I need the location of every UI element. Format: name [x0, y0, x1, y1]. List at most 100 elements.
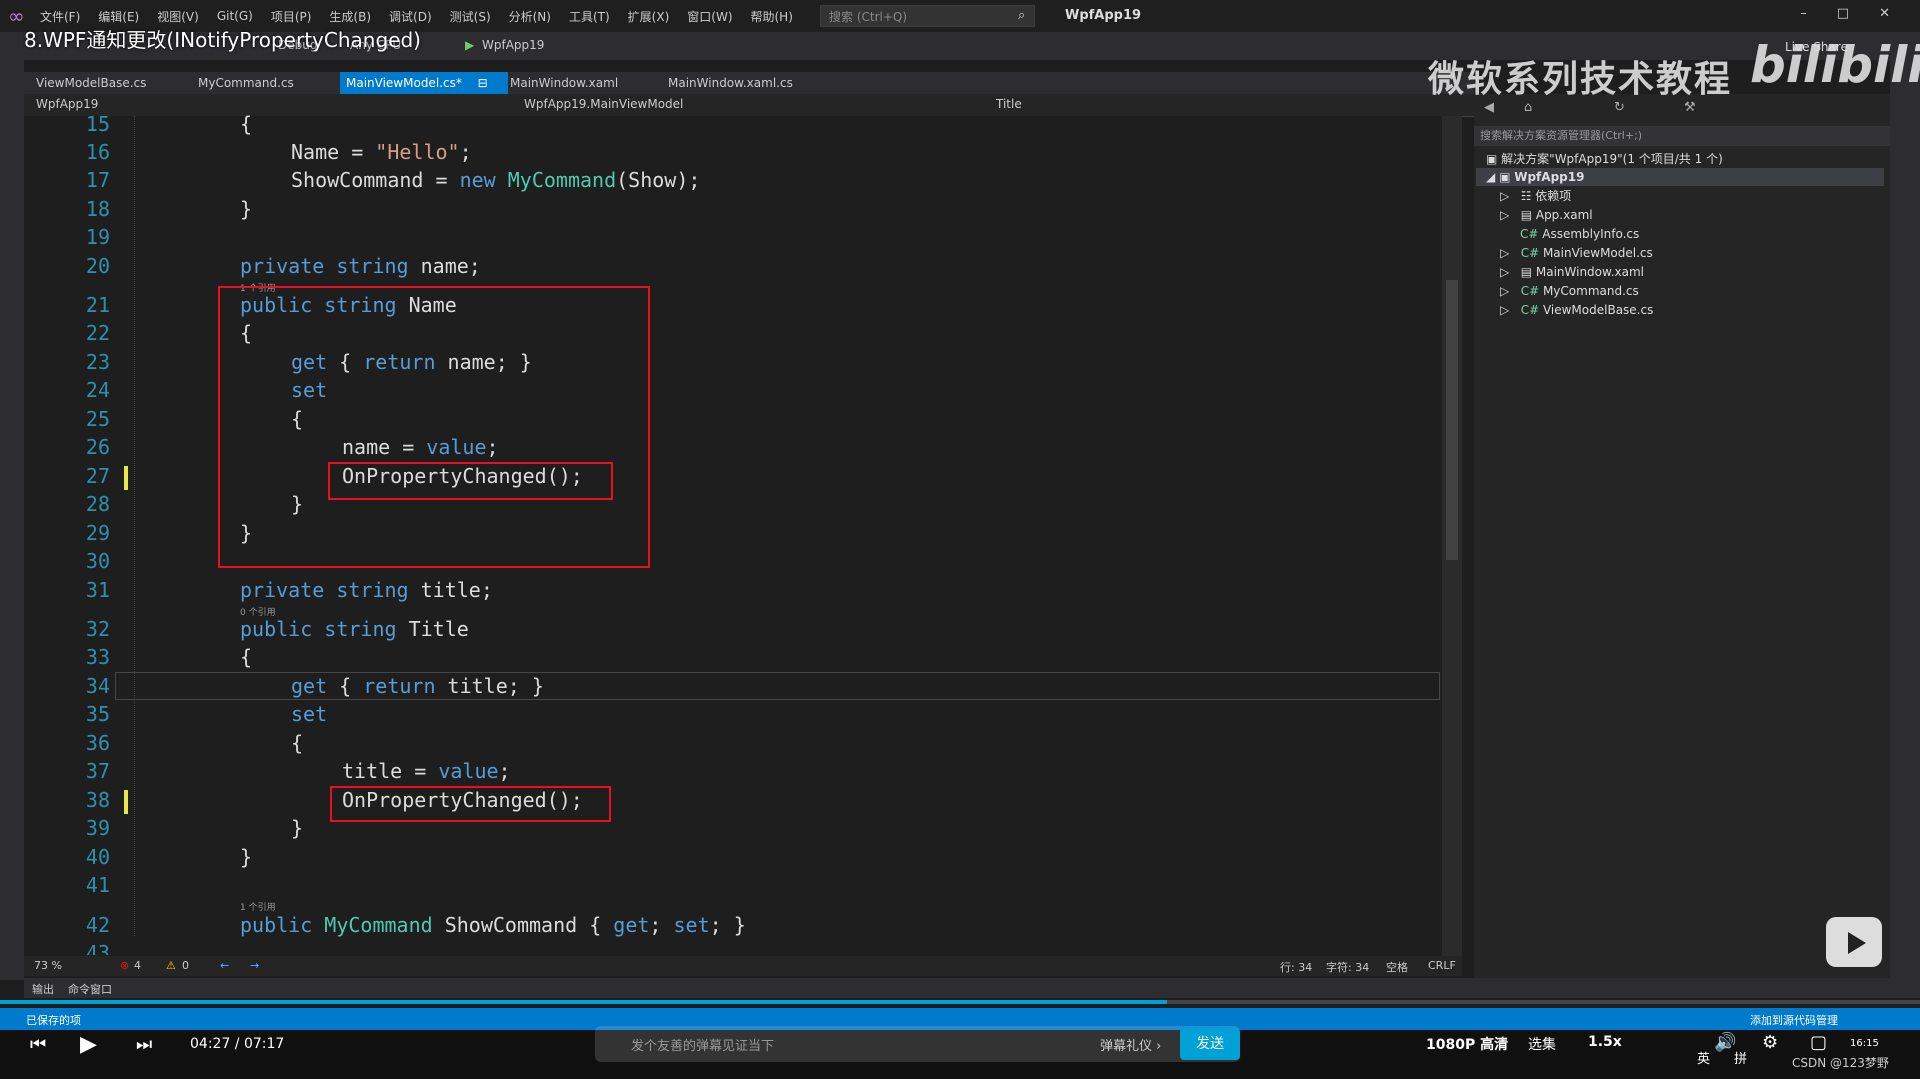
menu-help[interactable]: 帮助(H): [751, 8, 793, 25]
tree-item-mainviewmodel[interactable]: ▷ C# MainViewModel.cs: [1500, 244, 1653, 262]
tree-item-label: 依赖项: [1535, 189, 1572, 203]
scrollbar-thumb[interactable]: [1446, 280, 1458, 560]
tree-item-dependencies[interactable]: ▷ ☷ 依赖项: [1500, 187, 1571, 205]
tab-label: MainViewModel.cs*: [346, 76, 462, 90]
previous-icon[interactable]: ⏮: [30, 1034, 46, 1055]
menu-analyze[interactable]: 分析(N): [509, 8, 551, 25]
speed-selector[interactable]: 1.5x: [1588, 1034, 1622, 1050]
danmaku-input[interactable]: 发个友善的弹幕见证当下 弹幕礼仪 ›: [595, 1026, 1240, 1062]
episodes-button[interactable]: 选集: [1528, 1034, 1556, 1054]
line-number: 27: [85, 464, 110, 488]
back-icon[interactable]: ◀: [1484, 100, 1494, 115]
collapsed-icon[interactable]: ▷: [1500, 189, 1509, 203]
tab-mainwindow-xaml-cs[interactable]: MainWindow.xaml.cs: [662, 72, 799, 94]
tree-item-assemblyinfo[interactable]: C# AssemblyInfo.cs: [1520, 225, 1639, 243]
menu-view[interactable]: 视图(V): [157, 8, 199, 25]
collapsed-icon[interactable]: ▷: [1500, 265, 1509, 279]
right-tool-strip: [1890, 60, 1920, 980]
code-line: get { return title; }: [291, 674, 544, 698]
solution-node[interactable]: ▣ 解决方案"WpfApp19"(1 个项目/共 1 个): [1486, 150, 1723, 168]
line-number: 16: [85, 140, 110, 164]
fullscreen-icon[interactable]: ▢: [1810, 1032, 1827, 1053]
menu-build[interactable]: 生成(B): [329, 8, 371, 25]
collapsed-icon[interactable]: ▷: [1500, 208, 1509, 222]
tree-item-mycommand[interactable]: ▷ C# MyCommand.cs: [1500, 282, 1639, 300]
zoom-level[interactable]: 73 %: [34, 959, 62, 972]
danmaku-etiquette-link[interactable]: 弹幕礼仪 ›: [1100, 1035, 1161, 1054]
tab-command-window[interactable]: 命令窗口: [68, 981, 112, 997]
play-icon[interactable]: ▶: [80, 1032, 97, 1057]
tree-item-label: AssemblyInfo.cs: [1542, 227, 1640, 241]
menu-project[interactable]: 项目(P): [271, 8, 312, 25]
code-keyword: private: [240, 578, 325, 602]
menu-test[interactable]: 测试(S): [450, 8, 491, 25]
solution-search-input[interactable]: 搜索解决方案资源管理器(Ctrl+;): [1474, 126, 1890, 146]
play-overlay-icon[interactable]: [1826, 917, 1882, 967]
tab-mainviewmodel[interactable]: MainViewModel.cs* ⊟ ✕: [340, 72, 508, 112]
send-danmaku-button[interactable]: 发送: [1180, 1028, 1240, 1060]
app-title: WpfApp19: [1065, 8, 1142, 23]
expanded-icon[interactable]: ◢: [1486, 170, 1495, 184]
home-icon[interactable]: ⌂: [1524, 100, 1532, 115]
menu-window[interactable]: 窗口(W): [687, 8, 732, 25]
tab-mycommand[interactable]: MyCommand.cs: [192, 72, 300, 94]
member-dropdown[interactable]: Title: [996, 97, 1022, 111]
tree-item-viewmodelbase[interactable]: ▷ C# ViewModelBase.cs: [1500, 301, 1653, 319]
menu-git[interactable]: Git(G): [217, 9, 253, 23]
quality-selector[interactable]: 1080P 高清: [1426, 1034, 1508, 1054]
indent-guide: [134, 116, 136, 936]
back-arrow-icon[interactable]: ←: [220, 959, 229, 972]
menu-tools[interactable]: 工具(T): [569, 8, 610, 25]
project-dropdown[interactable]: WpfApp19: [36, 97, 98, 111]
next-icon[interactable]: ⏭: [136, 1034, 152, 1055]
settings-icon[interactable]: ⚙: [1762, 1032, 1778, 1053]
menu-file[interactable]: 文件(F): [40, 8, 80, 25]
volume-icon[interactable]: 🔊: [1714, 1032, 1736, 1053]
collapsed-icon[interactable]: ▷: [1500, 284, 1509, 298]
forward-arrow-icon[interactable]: →: [250, 959, 259, 972]
tab-mainwindow-xaml[interactable]: MainWindow.xaml: [504, 72, 624, 94]
tree-item-mainwindow-xaml[interactable]: ▷ ▤ MainWindow.xaml: [1500, 263, 1644, 281]
search-icon[interactable]: ⌕: [1018, 8, 1025, 23]
error-icon[interactable]: ⊗: [120, 959, 129, 972]
properties-icon[interactable]: ⚒: [1684, 100, 1696, 115]
code-type: MyCommand: [507, 168, 617, 192]
solution-icon: ▣: [1486, 152, 1498, 166]
menu-extensions[interactable]: 扩展(X): [628, 8, 670, 25]
minimize-icon[interactable]: –: [1800, 6, 1807, 21]
code-token: ShowCommand =: [291, 168, 460, 192]
live-share-button[interactable]: Live Share: [1785, 40, 1848, 54]
class-dropdown[interactable]: WpfApp19.MainViewModel: [524, 97, 683, 111]
highlight-onpropertychanged-name: [328, 462, 613, 500]
line-number: 31: [85, 578, 110, 602]
menu-edit[interactable]: 编辑(E): [98, 8, 139, 25]
sync-icon[interactable]: ↻: [1614, 100, 1625, 115]
menu-debug[interactable]: 调试(D): [389, 8, 432, 25]
eol-mode[interactable]: CRLF: [1428, 959, 1456, 972]
line-number: 21: [85, 293, 110, 317]
project-node[interactable]: ◢ ▣ WpfApp19: [1476, 168, 1884, 186]
tab-viewmodelbase[interactable]: ViewModelBase.cs: [30, 72, 152, 94]
codelens-references[interactable]: 1 个引用: [240, 900, 276, 913]
warning-icon[interactable]: ⚠: [166, 959, 176, 972]
tab-output[interactable]: 输出: [32, 981, 54, 997]
run-target-button[interactable]: WpfApp19: [482, 38, 544, 52]
collapsed-icon[interactable]: ▷: [1500, 303, 1509, 317]
xaml-file-icon: ▤: [1520, 208, 1533, 222]
left-tool-strip: [0, 60, 24, 980]
tree-item-app-xaml[interactable]: ▷ ▤ App.xaml: [1500, 206, 1593, 224]
ime-language[interactable]: 英: [1697, 1048, 1710, 1067]
line-number: 18: [85, 197, 110, 221]
pin-icon[interactable]: ⊟: [478, 76, 488, 90]
maximize-icon[interactable]: □: [1837, 6, 1849, 21]
whitespace-mode[interactable]: 空格: [1386, 959, 1408, 975]
collapsed-icon[interactable]: ▷: [1500, 246, 1509, 260]
code-keyword: get: [291, 674, 328, 698]
line-number: 15: [85, 112, 110, 136]
search-input[interactable]: 搜索 (Ctrl+Q): [820, 5, 1035, 27]
close-icon[interactable]: ✕: [1879, 6, 1890, 21]
line-number: 36: [85, 731, 110, 755]
start-icon[interactable]: ▶: [465, 38, 474, 52]
code-keyword: public: [240, 617, 313, 641]
add-to-source-control[interactable]: 添加到源代码管理: [1750, 1012, 1838, 1028]
